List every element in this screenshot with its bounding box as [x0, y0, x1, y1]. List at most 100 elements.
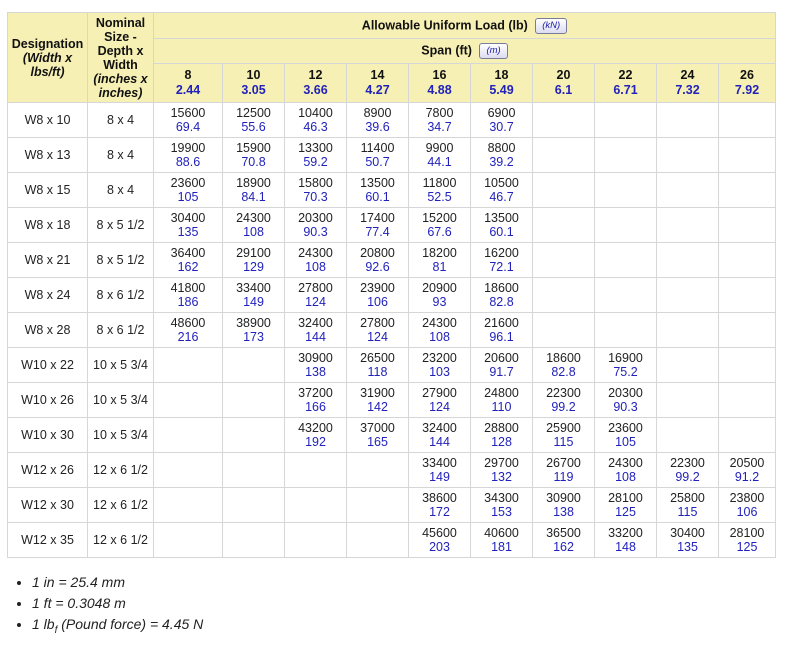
empty-load-cell: [153, 522, 223, 558]
designation-cell: W8 x 18: [7, 207, 88, 243]
load-lb-value: 23600: [170, 176, 206, 190]
nominal-size-cell: 8 x 4: [87, 172, 154, 208]
load-lb-value: 6900: [487, 106, 516, 120]
load-cell: 18900 84.1: [222, 172, 285, 208]
empty-load-cell: [153, 347, 223, 383]
load-cell: 16200 72.1: [470, 242, 533, 278]
load-lb-value: 15600: [170, 106, 206, 120]
nominal-size-header: Nominal Size - Depth x Width (inches x i…: [87, 12, 154, 103]
table-row: W8 x 10 8 x 4 15600 69.4 12500 55.6 10400 46.3 8…: [7, 102, 776, 138]
load-kn-value: 77.4: [365, 225, 390, 239]
span-m-value: 4.88: [427, 83, 452, 97]
load-kn-value: 67.6: [427, 225, 452, 239]
nominal-size-cell: 8 x 5 1/2: [87, 207, 154, 243]
empty-load-cell: [656, 102, 719, 138]
load-lb-value: 28800: [484, 421, 519, 435]
load-lb-value: 34300: [484, 491, 519, 505]
load-cell: 21600 96.1: [470, 312, 533, 348]
load-lb-value: 27800: [298, 281, 333, 295]
load-kn-value: 153: [491, 505, 512, 519]
empty-load-cell: [718, 417, 776, 453]
table-row: W8 x 21 8 x 5 1/2 36400 162 29100 129 24300 108…: [7, 242, 776, 278]
span-column-header: 12 3.66: [284, 63, 347, 103]
load-kn-value: 88.6: [175, 155, 201, 169]
designation-cell: W12 x 26: [7, 452, 88, 488]
load-lb-value: 29100: [236, 246, 271, 260]
kn-unit-button[interactable]: (kN): [535, 17, 568, 34]
empty-load-cell: [222, 382, 285, 418]
load-cell: 8900 39.6: [346, 102, 409, 138]
nominal-size-cell: 12 x 6 1/2: [87, 487, 154, 523]
empty-load-cell: [594, 137, 657, 173]
nominal-size-header-label: Nominal Size - Depth x Width: [95, 15, 146, 72]
load-cell: 23900 106: [346, 277, 409, 313]
load-lb-value: 19900: [170, 141, 206, 155]
load-cell: 20800 92.6: [346, 242, 409, 278]
empty-load-cell: [222, 522, 285, 558]
empty-load-cell: [153, 452, 223, 488]
load-kn-value: 96.1: [489, 330, 514, 344]
load-cell: 23800 106: [718, 487, 776, 523]
load-lb-value: 38600: [422, 491, 457, 505]
load-lb-value: 31900: [360, 386, 395, 400]
load-kn-value: 108: [243, 225, 264, 239]
span-column-header: 22 6.71: [594, 63, 657, 103]
load-kn-value: 99.2: [675, 470, 700, 484]
span-ft-value: 8: [184, 68, 192, 82]
table-row: W12 x 26 12 x 6 1/2 33400 149 29700 132 26700 1…: [7, 452, 776, 488]
load-kn-value: 105: [177, 190, 199, 204]
load-lb-value: 36500: [546, 526, 581, 540]
load-kn-value: 34.7: [427, 120, 452, 134]
load-lb-value: 29700: [484, 456, 519, 470]
load-cell: 29100 129: [222, 242, 285, 278]
designation-cell: W12 x 30: [7, 487, 88, 523]
load-lb-value: 18200: [422, 246, 457, 260]
span-m-value: 7.32: [675, 83, 700, 97]
load-cell: 16900 75.2: [594, 347, 657, 383]
empty-load-cell: [718, 242, 776, 278]
unit-conversion-notes: 1 in = 25.4 mm 1 ft = 0.3048 m 1 lbf (Po…: [18, 572, 203, 636]
load-kn-value: 93: [432, 295, 447, 309]
empty-load-cell: [718, 207, 776, 243]
empty-load-cell: [346, 487, 409, 523]
empty-load-cell: [656, 137, 719, 173]
load-lb-value: 23800: [729, 491, 765, 505]
load-cell: 20300 90.3: [284, 207, 347, 243]
load-cell: 13500 60.1: [470, 207, 533, 243]
load-lb-value: 20300: [608, 386, 643, 400]
empty-load-cell: [718, 312, 776, 348]
load-kn-value: 106: [736, 505, 758, 519]
load-cell: 40600 181: [470, 522, 533, 558]
load-kn-value: 166: [305, 400, 326, 414]
empty-load-cell: [153, 382, 223, 418]
load-cell: 24300 108: [284, 242, 347, 278]
span-column-header: 10 3.05: [222, 63, 285, 103]
load-cell: 6900 30.7: [470, 102, 533, 138]
load-cell: 36400 162: [153, 242, 223, 278]
load-cell: 22300 99.2: [656, 452, 719, 488]
load-cell: 45600 203: [408, 522, 471, 558]
load-lb-value: 11800: [422, 176, 457, 190]
load-cell: 27800 124: [284, 277, 347, 313]
nominal-size-cell: 12 x 6 1/2: [87, 452, 154, 488]
load-kn-value: 186: [177, 295, 199, 309]
load-kn-value: 70.3: [303, 190, 328, 204]
empty-load-cell: [656, 172, 719, 208]
load-lb-value: 13300: [298, 141, 333, 155]
designation-cell: W12 x 35: [7, 522, 88, 558]
empty-load-cell: [532, 172, 595, 208]
empty-load-cell: [594, 312, 657, 348]
load-kn-value: 75.2: [613, 365, 638, 379]
load-cell: 13500 60.1: [346, 172, 409, 208]
empty-load-cell: [346, 522, 409, 558]
meter-unit-button[interactable]: (m): [479, 43, 508, 59]
load-cell: 43200 192: [284, 417, 347, 453]
load-lb-value: 18600: [484, 281, 519, 295]
span-ft-value: 20: [556, 68, 571, 82]
load-kn-value: 115: [677, 505, 698, 519]
load-lb-value: 20800: [360, 246, 395, 260]
empty-load-cell: [532, 312, 595, 348]
span-ft-value: 14: [370, 68, 385, 82]
load-cell: 19900 88.6: [153, 137, 223, 173]
load-cell: 15200 67.6: [408, 207, 471, 243]
